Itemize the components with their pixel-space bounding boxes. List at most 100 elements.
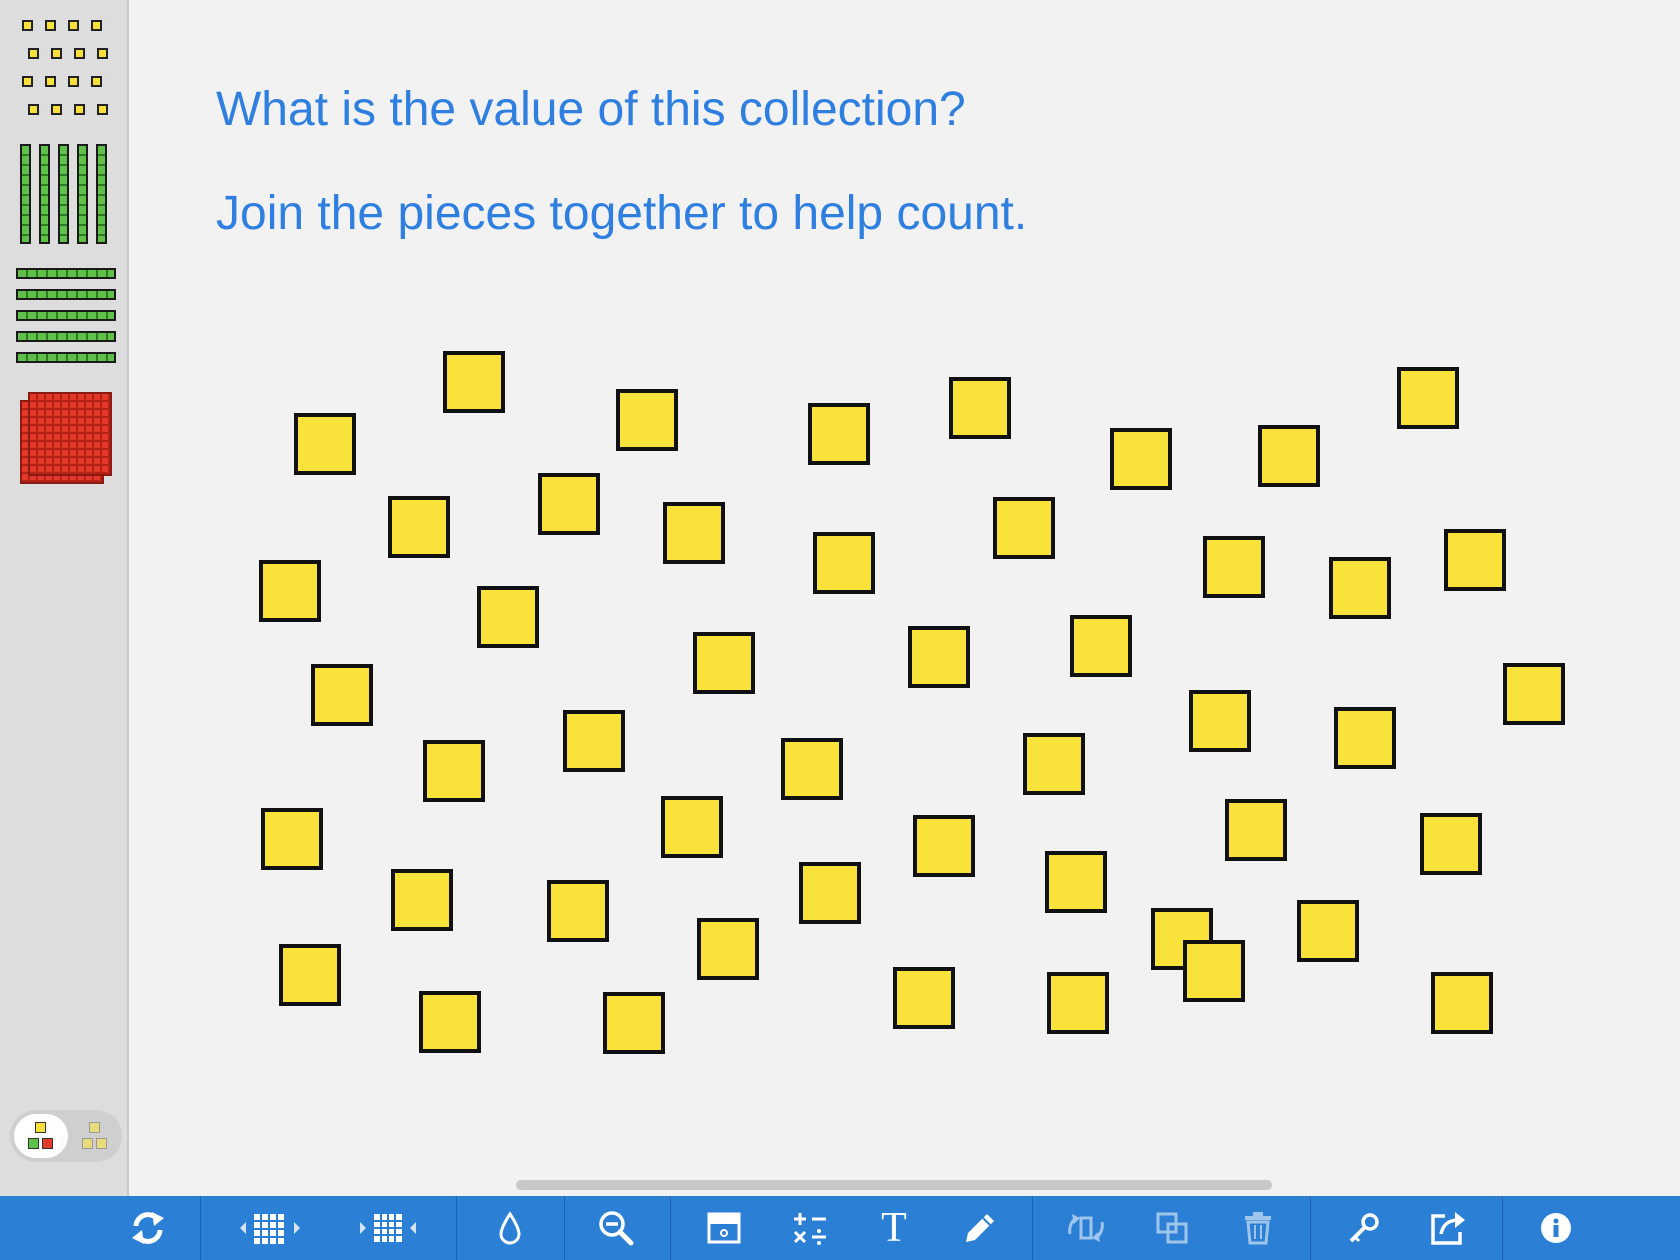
plain-pieces-icon	[80, 1122, 110, 1152]
unit-cube[interactable]	[423, 740, 485, 802]
unit-cube[interactable]	[419, 991, 481, 1053]
unit-cube[interactable]	[1047, 972, 1109, 1034]
vertical-rods-tray[interactable]	[20, 142, 116, 246]
share-icon	[1431, 1212, 1465, 1245]
fill-button[interactable]	[490, 1196, 530, 1260]
mini-horizontal-rod	[16, 289, 116, 300]
unit-cube[interactable]	[1297, 900, 1359, 962]
unit-cube[interactable]	[311, 664, 373, 726]
unit-cube[interactable]	[993, 497, 1055, 559]
unit-cube[interactable]	[1431, 972, 1493, 1034]
unit-cube[interactable]	[1225, 799, 1287, 861]
unit-cube[interactable]	[1070, 615, 1132, 677]
screen-cover-icon	[707, 1212, 741, 1244]
mini-vertical-rod	[96, 144, 107, 244]
unit-cube[interactable]	[1203, 536, 1265, 598]
unit-cube[interactable]	[563, 710, 625, 772]
text-button[interactable]: T	[872, 1196, 916, 1260]
trash-icon	[1245, 1212, 1271, 1245]
mini-unit-cube	[45, 20, 56, 31]
horizontal-scrollbar[interactable]	[516, 1180, 1272, 1190]
cover-button[interactable]	[702, 1196, 746, 1260]
mini-horizontal-rod	[16, 268, 116, 279]
unit-cube[interactable]	[261, 808, 323, 870]
info-button[interactable]	[1534, 1196, 1578, 1260]
operations-button[interactable]	[788, 1196, 832, 1260]
delete-button[interactable]	[1236, 1196, 1280, 1260]
unit-cube[interactable]	[1503, 663, 1565, 725]
rotate-button[interactable]	[1062, 1196, 1110, 1260]
unit-cube[interactable]	[781, 738, 843, 800]
unit-cube[interactable]	[1189, 690, 1251, 752]
unit-cube[interactable]	[443, 351, 505, 413]
ungroup-grid-button[interactable]	[236, 1196, 304, 1260]
unit-cube[interactable]	[1023, 733, 1085, 795]
share-button[interactable]	[1426, 1196, 1470, 1260]
refresh-icon	[132, 1212, 164, 1244]
mini-unit-cube	[22, 20, 33, 31]
unit-cube[interactable]	[547, 880, 609, 942]
unit-cube[interactable]	[813, 532, 875, 594]
unit-cube[interactable]	[294, 413, 356, 475]
mini-unit-cube	[22, 76, 33, 87]
unit-cube[interactable]	[477, 586, 539, 648]
pen-button[interactable]	[958, 1196, 1002, 1260]
unit-cube[interactable]	[693, 632, 755, 694]
text-icon: T	[881, 1205, 907, 1251]
unit-cube[interactable]	[391, 869, 453, 931]
unit-cube[interactable]	[913, 815, 975, 877]
mini-unit-cube	[45, 76, 56, 87]
mini-unit-cube	[74, 104, 85, 115]
unit-cube[interactable]	[1334, 707, 1396, 769]
unit-cube[interactable]	[616, 389, 678, 451]
unit-cube[interactable]	[949, 377, 1011, 439]
toolbar-separator	[200, 1196, 201, 1260]
unit-cube[interactable]	[1397, 367, 1459, 429]
unit-cube[interactable]	[1110, 428, 1172, 490]
duplicate-button[interactable]	[1150, 1196, 1194, 1260]
unit-cube[interactable]	[893, 967, 955, 1029]
unit-cube[interactable]	[799, 862, 861, 924]
unit-cube[interactable]	[1045, 851, 1107, 913]
unit-cube[interactable]	[1183, 940, 1245, 1002]
unit-cubes-tray[interactable]	[18, 18, 118, 122]
unit-cube[interactable]	[538, 473, 600, 535]
unit-cube[interactable]	[663, 502, 725, 564]
unit-cube[interactable]	[259, 560, 321, 622]
rotate-icon	[1068, 1214, 1104, 1242]
bottom-toolbar: T	[0, 1196, 1680, 1260]
unit-cube[interactable]	[603, 992, 665, 1054]
toolbar-separator	[456, 1196, 457, 1260]
zoom-button[interactable]	[594, 1196, 638, 1260]
colored-pieces-icon	[26, 1122, 56, 1152]
mini-unit-cube	[91, 76, 102, 87]
info-icon	[1541, 1213, 1571, 1243]
unit-cube[interactable]	[908, 626, 970, 688]
unit-cube[interactable]	[279, 944, 341, 1006]
mini-unit-cube	[51, 48, 62, 59]
mini-unit-cube	[28, 48, 39, 59]
unit-cube[interactable]	[1444, 529, 1506, 591]
unit-cube[interactable]	[1329, 557, 1391, 619]
math-operations-icon	[793, 1213, 826, 1245]
toolbar-separator	[1310, 1196, 1311, 1260]
unit-cube[interactable]	[1258, 425, 1320, 487]
unit-cube[interactable]	[388, 496, 450, 558]
mini-unit-cube	[74, 48, 85, 59]
horizontal-rods-tray[interactable]	[16, 268, 118, 368]
unit-cube[interactable]	[697, 918, 759, 980]
flats-tray[interactable]	[20, 392, 116, 496]
unit-cube[interactable]	[1420, 813, 1482, 875]
unit-cube[interactable]	[661, 796, 723, 858]
key-icon	[1349, 1213, 1379, 1243]
grid-expand-icon	[240, 1214, 300, 1244]
group-grid-button[interactable]	[354, 1196, 422, 1260]
key-button[interactable]	[1342, 1196, 1386, 1260]
reset-button[interactable]	[116, 1196, 180, 1260]
toolbar-separator	[1502, 1196, 1503, 1260]
mini-vertical-rod	[39, 144, 50, 244]
unit-cube[interactable]	[808, 403, 870, 465]
piece-style-toggle[interactable]	[10, 1110, 122, 1162]
mini-vertical-rod	[20, 144, 31, 244]
pieces-sidebar	[0, 0, 129, 1196]
